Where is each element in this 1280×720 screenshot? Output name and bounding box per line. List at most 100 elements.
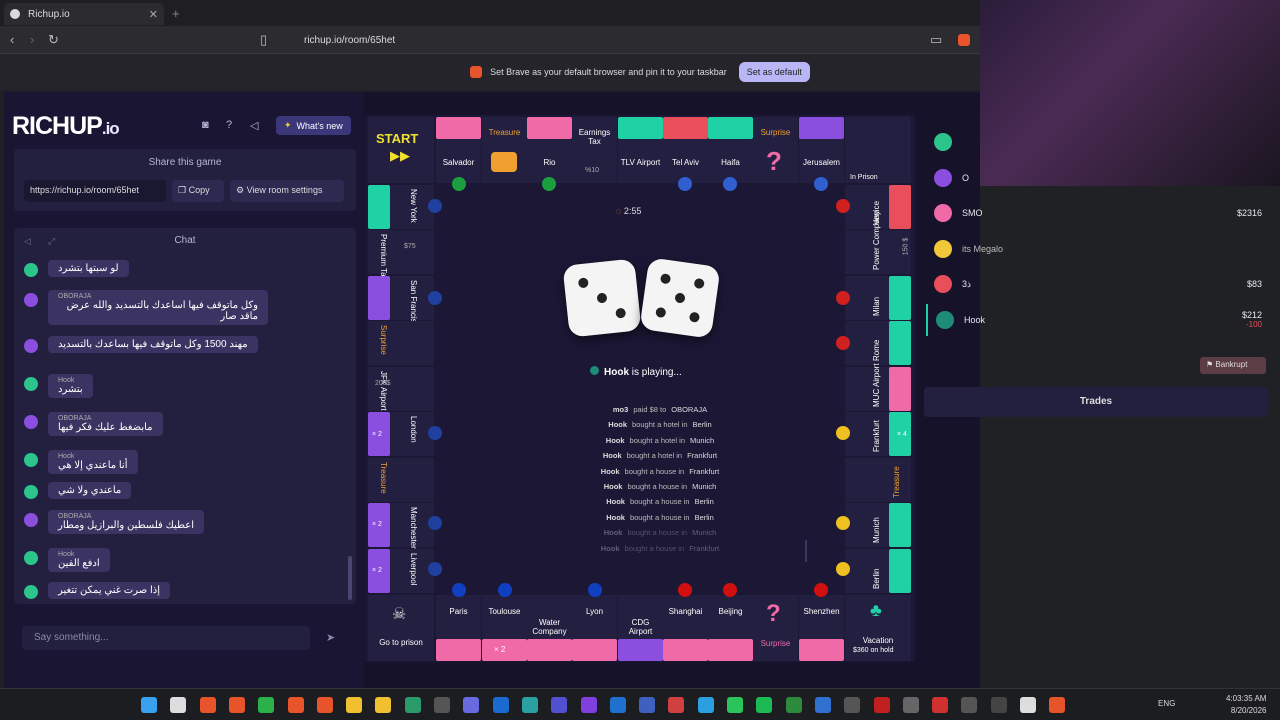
chat-title: Chat [174,235,196,246]
language-indicator[interactable]: ENG [1158,699,1175,708]
taskbar-app-icon[interactable] [639,697,656,713]
brave-logo-icon [470,66,483,78]
taskbar-app-icon[interactable] [814,697,831,713]
logo-suffix: .io [101,119,120,138]
chat-input[interactable]: Say something... [22,626,310,650]
taskbar-app-icon[interactable] [170,697,187,713]
chat-messages[interactable]: لو سبتها بتشرد OBORAJA وكل ماتوقف فيها اسا… [24,260,344,608]
taskbar-app-icon[interactable] [375,697,392,713]
current-player-name: Hook [604,367,629,378]
bookmark-icon[interactable]: ▯ [260,32,267,48]
browser-tab[interactable]: Richup.io ✕ [4,3,164,25]
chat-scrollbar[interactable] [348,556,352,600]
die-1[interactable] [562,258,642,338]
taskbar-app-icon[interactable] [199,697,216,713]
taskbar-app-icon[interactable] [609,697,626,713]
die-pip [693,277,705,290]
log-target: Frankfurt [689,543,720,553]
palm-tree-icon: ♣ [870,600,882,620]
cell-name: Shenzhen [803,607,840,616]
taskbar-app-icon[interactable] [902,697,919,713]
chat-text: اعطيك فلسطين والبرازيل ومطار [58,520,194,531]
taskbar-app-icon[interactable] [492,697,509,713]
right-cell[interactable] [845,458,911,502]
turn-timer: ◌ 2:55 [616,206,641,216]
log-action: bought a hotel in [629,435,686,445]
chat-bubble: ماعندي ولا شي [48,482,132,499]
taskbar-app-icon[interactable] [228,697,245,713]
taskbar-app-icon[interactable] [316,697,333,713]
taskbar-app-icon[interactable] [521,697,538,713]
taskbar-app-icon[interactable] [580,697,597,713]
chat-bubble: مهند 1500 وكل ماتوقف فيها بساعدك بالتسدي… [48,336,258,353]
log-scrollbar[interactable] [805,540,807,562]
whats-new-button[interactable]: ✦ What's new [276,116,351,135]
chat-avatar [24,551,38,565]
house-count-badge: × 4 [895,430,909,439]
trades-panel[interactable]: Trades [924,387,1268,417]
share-url-field[interactable]: https://richup.io/room/65het [24,180,166,202]
view-room-settings-button[interactable]: ⚙ View room settings [230,180,344,202]
country-flag-icon [836,426,850,440]
player-row[interactable]: its Megalo [926,233,1270,265]
left-cell[interactable] [368,321,434,365]
taskbar-app-icon[interactable] [258,697,275,713]
left-cell[interactable] [368,230,434,274]
back-icon[interactable]: ‹ [10,32,14,47]
top-cell[interactable] [482,117,527,183]
player-row[interactable] [926,126,1270,158]
bankrupt-button[interactable]: ⚑ Bankrupt [1200,357,1266,374]
left-cell[interactable] [368,367,434,411]
taskbar-app-icon[interactable] [990,697,1007,713]
color-strip [889,549,911,593]
richup-logo[interactable]: RICHUP.io [12,112,120,141]
cell-name: TLV Airport [620,158,661,167]
die-2[interactable] [639,257,721,339]
new-tab-icon[interactable]: + [172,6,180,21]
country-flag-icon [428,426,442,440]
player-row[interactable]: ذ3 $83 [926,268,1270,300]
taskbar-app-icon[interactable] [434,697,450,713]
clock[interactable]: 4:03:35 AM 8/20/2026 [1226,693,1266,717]
taskbar-app-icon[interactable] [287,697,304,713]
chat-text: مابضغط عليك فكر فيها [58,422,153,433]
cast-icon[interactable]: ▭ [930,32,942,48]
copy-button[interactable]: ❐ Copy [172,180,224,202]
help-icon[interactable]: ? [226,119,232,131]
taskbar-app-icon[interactable] [844,697,861,713]
taskbar-app-icon[interactable] [1049,697,1066,713]
house-count-badge: × 2 [370,566,384,575]
player-row[interactable]: O [926,162,1270,194]
taskbar-app-icon[interactable] [668,697,685,713]
taskbar-app-icon[interactable] [463,697,480,713]
taskbar-app-icon[interactable] [404,697,421,713]
taskbar-app-icon[interactable] [727,697,743,713]
left-cell[interactable] [368,458,434,502]
taskbar-app-icon[interactable] [873,697,890,713]
taskbar-app-icon[interactable] [932,697,949,713]
cell-name: Tel Aviv [672,158,699,167]
chat-avatar [24,263,38,277]
player-row[interactable]: SMO $2316 [926,197,1270,229]
forward-icon[interactable]: › [30,32,34,47]
color-strip [436,639,481,661]
taskbar-app-icon[interactable] [756,697,773,713]
taskbar-app-icon[interactable] [697,697,714,713]
send-icon[interactable]: ➤ [326,631,335,644]
taskbar-app-icon[interactable] [785,697,802,713]
reload-icon[interactable]: ↻ [48,32,59,48]
taskbar-app-icon[interactable] [1020,697,1036,713]
url-field[interactable]: richup.io/room/65het [282,29,922,51]
brave-shield-icon[interactable] [958,34,970,46]
taskbar-app-icon[interactable] [141,697,157,713]
taskbar-app-icon[interactable] [346,697,363,713]
player-row[interactable]: Hook $212 -100 [926,303,1270,336]
discord-icon[interactable]: ◙ [202,119,209,131]
taskbar-app-icon[interactable] [551,697,568,713]
gear-icon: ⚙ [236,185,247,195]
player-name: O [962,172,970,183]
set-default-button[interactable]: Set as default [738,62,810,82]
close-tab-icon[interactable]: ✕ [149,8,158,21]
sound-icon[interactable]: ◁ [250,119,258,132]
taskbar-app-icon[interactable] [961,697,978,713]
